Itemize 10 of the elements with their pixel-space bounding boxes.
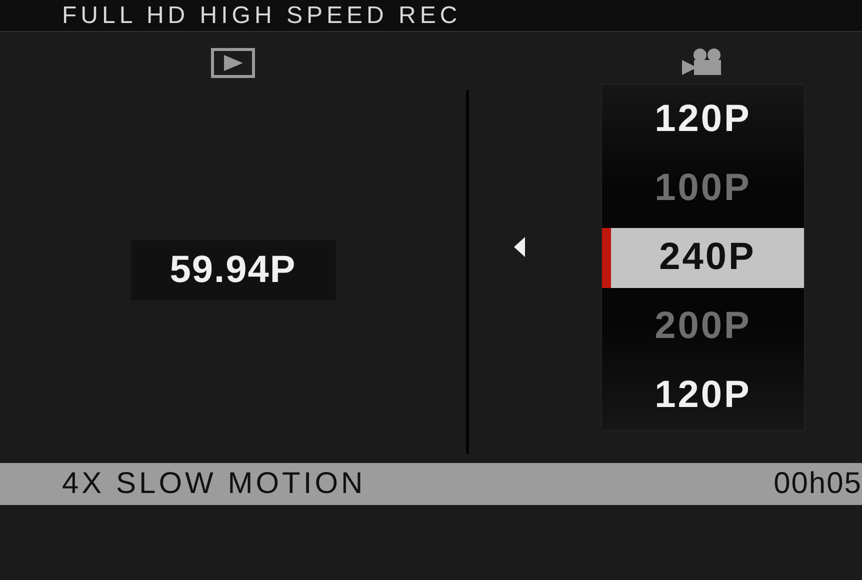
frame-rate-option[interactable]: 240P — [602, 228, 804, 288]
current-frame-rate: 59.94P — [130, 240, 336, 300]
movie-camera-icon — [682, 48, 724, 76]
menu-title: FULL HD HIGH SPEED REC — [62, 2, 462, 30]
frame-rate-option[interactable]: 120P — [602, 366, 804, 426]
recording-time: 00h05 — [774, 467, 862, 501]
frame-rate-option[interactable]: 120P — [602, 90, 804, 150]
left-arrow-icon — [514, 237, 526, 257]
play-icon — [211, 48, 255, 78]
mode-label: 4X SLOW MOTION — [62, 467, 366, 501]
